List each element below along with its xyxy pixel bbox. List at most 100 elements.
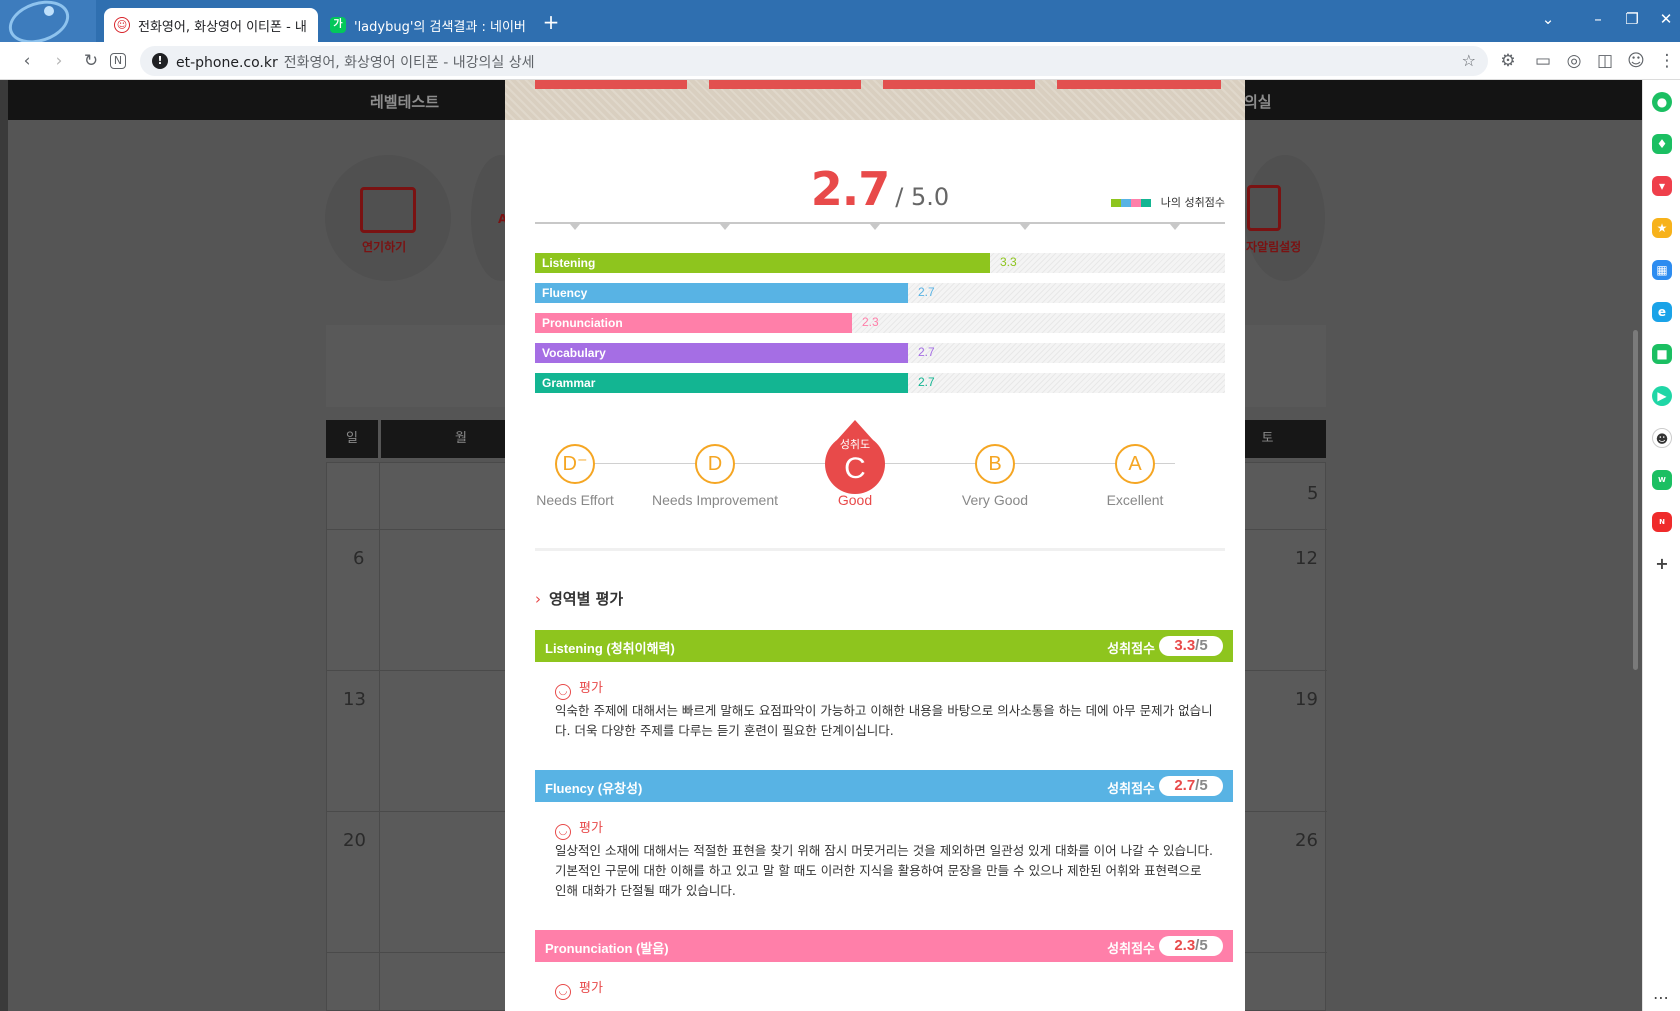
eval-label: ◡ 평가 xyxy=(555,677,603,700)
pocket-app-icon[interactable]: ▾ xyxy=(1652,176,1672,196)
bar-fill-listening xyxy=(535,253,990,273)
bookmark-star-icon[interactable]: ☆ xyxy=(1462,51,1476,70)
bar-grammar: Grammar 2.7 xyxy=(535,373,1225,393)
smile-icon: ◡ xyxy=(555,684,571,700)
title-bar: ☺ 전화영어, 화상영어 이티폰 - 내 가 'ladybug'의 검색결과 :… xyxy=(0,0,1680,42)
notification-app-icon[interactable]: ♦ xyxy=(1652,134,1672,154)
more-dots-icon[interactable]: ⋯ xyxy=(1653,988,1669,1007)
logo-orbit-shape xyxy=(3,0,75,42)
etphone-favicon-icon: ☺ xyxy=(114,17,130,33)
address-bar[interactable]: ! et-phone.co.kr 전화영어, 화상영어 이티폰 - 내강의실 상세… xyxy=(140,46,1488,76)
area-header-listening: Listening (청취이해력) 성취점수 3.3/5 xyxy=(535,630,1233,662)
section-title: › 영역별 평가 xyxy=(535,588,623,609)
profile-icon[interactable]: ☺ xyxy=(1625,50,1647,72)
add-app-icon[interactable]: + xyxy=(1652,554,1672,574)
area-score-label: 성취점수 xyxy=(1107,641,1155,656)
grade-c-label: Good xyxy=(837,492,873,508)
notion-extension-icon[interactable]: N xyxy=(110,53,126,69)
legend-swatch xyxy=(1110,199,1151,207)
chevron-right-icon: › xyxy=(535,590,541,608)
grade-b-label: Very Good xyxy=(961,492,1029,508)
media-icon[interactable]: ▭ xyxy=(1532,50,1554,72)
bar-value: 2.7 xyxy=(918,375,935,389)
menu-dots-icon[interactable]: ⋮ xyxy=(1656,50,1678,72)
bar-value: 2.7 xyxy=(918,285,935,299)
webtoon-app-icon[interactable]: W xyxy=(1652,470,1672,490)
calendar-day: 5 xyxy=(1307,483,1319,504)
grade-scale: D⁻ Needs Effort D Needs Improvement C 성취… xyxy=(535,420,1225,530)
reload-icon[interactable]: ↻ xyxy=(80,50,102,72)
extensions-puzzle-icon[interactable]: ⚙ xyxy=(1497,50,1519,72)
modal-tab-3[interactable] xyxy=(883,80,1035,89)
bar-value: 3.3 xyxy=(1000,255,1017,269)
now-app-icon[interactable]: N xyxy=(1652,512,1672,532)
modal-tab-2[interactable] xyxy=(709,80,861,89)
bar-label: Listening xyxy=(542,256,596,270)
app-circle-icon[interactable]: ● xyxy=(1652,92,1672,112)
tab-naver[interactable]: 가 'ladybug'의 검색결과 : 네이버 xyxy=(320,8,532,42)
bar-label: Pronunciation xyxy=(542,316,623,330)
tab-search-button[interactable]: ⌄ xyxy=(1538,10,1558,28)
area-name: Fluency (유창성) xyxy=(545,781,643,796)
character-app-icon[interactable]: ☻ xyxy=(1652,428,1672,448)
bar-pronunciation: Pronunciation 2.3 xyxy=(535,313,1225,333)
area-header-pronunciation: Pronunciation (발음) 성취점수 2.3/5 xyxy=(535,930,1233,962)
area-score-value: 2.3 xyxy=(1174,937,1196,954)
minimize-button[interactable]: – xyxy=(1588,10,1608,28)
area-name: Listening (청취이해력) xyxy=(545,641,675,656)
area-score-total: /5 xyxy=(1195,777,1208,794)
grade-a-label: Excellent xyxy=(1106,492,1164,508)
quick-alarm-label: 자알림설정 xyxy=(1246,240,1302,254)
bar-fill-fluency xyxy=(535,283,908,303)
divider xyxy=(535,548,1225,551)
overall-score: 2.7/ 5.0 나의 성취점수 xyxy=(535,160,1225,228)
calendar-col-line xyxy=(379,463,380,1011)
achievement-label: 성취도 xyxy=(839,438,871,451)
forward-arrow-icon[interactable]: › xyxy=(48,50,70,72)
modal-tab-4[interactable] xyxy=(1057,80,1221,89)
score-total: / 5.0 xyxy=(895,183,950,211)
tab-title: 전화영어, 화상영어 이티폰 - 내 xyxy=(138,20,307,35)
nav-classroom[interactable]: 의실 xyxy=(1244,91,1272,112)
edge-app-icon[interactable]: e xyxy=(1652,302,1672,322)
site-info-icon[interactable]: ! xyxy=(152,53,168,69)
area-score-pill: 2.7/5 xyxy=(1159,776,1223,796)
area-score-total: /5 xyxy=(1195,937,1208,954)
square-app-icon[interactable]: ■ xyxy=(1652,344,1672,364)
eval-text-listening: 익숙한 주제에 대해서는 빠르게 말해도 요점파악이 가능하고 이해한 내용을 … xyxy=(555,703,1213,738)
axis-tick xyxy=(1020,224,1030,230)
star-app-icon[interactable]: ★ xyxy=(1652,218,1672,238)
page-scrollbar[interactable] xyxy=(1633,330,1638,670)
calendar-day: 20 xyxy=(343,830,366,851)
play-app-icon[interactable]: ▶ xyxy=(1652,386,1672,406)
close-window-button[interactable]: ✕ xyxy=(1656,10,1676,28)
eval-label: ◡ 평가 xyxy=(555,977,603,1000)
eval-label: ◡ 평가 xyxy=(555,817,603,840)
bar-value: 2.3 xyxy=(862,315,879,329)
area-score-pill: 2.3/5 xyxy=(1159,936,1223,956)
calendar-icon xyxy=(360,187,416,233)
screenshot-icon[interactable]: ◎ xyxy=(1563,50,1585,72)
modal-tab-1[interactable] xyxy=(535,80,687,89)
side-panel-icon[interactable]: ◫ xyxy=(1594,50,1616,72)
new-tab-button[interactable]: + xyxy=(540,12,562,32)
bar-label: Grammar xyxy=(542,376,596,390)
back-arrow-icon[interactable]: ‹ xyxy=(16,50,38,72)
quick-alarm-circle[interactable] xyxy=(1245,155,1325,281)
eval-label-text: 평가 xyxy=(579,681,603,696)
quick-postpone-circle[interactable] xyxy=(325,155,451,281)
score-legend: 나의 성취점수 xyxy=(1110,194,1225,210)
calendar-day: 6 xyxy=(353,548,365,569)
bar-listening: Listening 3.3 xyxy=(535,253,1225,273)
nav-level-test[interactable]: 레벨테스트 xyxy=(370,91,439,112)
grade-d-minus-label: Needs Effort xyxy=(536,492,614,508)
browser-side-panel: ● ♦ ▾ ★ ▦ e ■ ▶ ☻ W N + ⋯ xyxy=(1642,80,1680,1011)
area-score-value: 3.3 xyxy=(1174,637,1196,654)
calendar-app-icon[interactable]: ▦ xyxy=(1652,260,1672,280)
report-modal: 2.7/ 5.0 나의 성취점수 Listening 3.3 Fluency 2… xyxy=(505,80,1245,1011)
tab-etphone[interactable]: ☺ 전화영어, 화상영어 이티폰 - 내 xyxy=(104,8,318,42)
section-title-text: 영역별 평가 xyxy=(549,590,624,608)
grade-d-label: Needs Improvement xyxy=(651,492,779,508)
restore-button[interactable]: ❐ xyxy=(1622,10,1642,28)
area-score-label: 성취점수 xyxy=(1107,941,1155,956)
